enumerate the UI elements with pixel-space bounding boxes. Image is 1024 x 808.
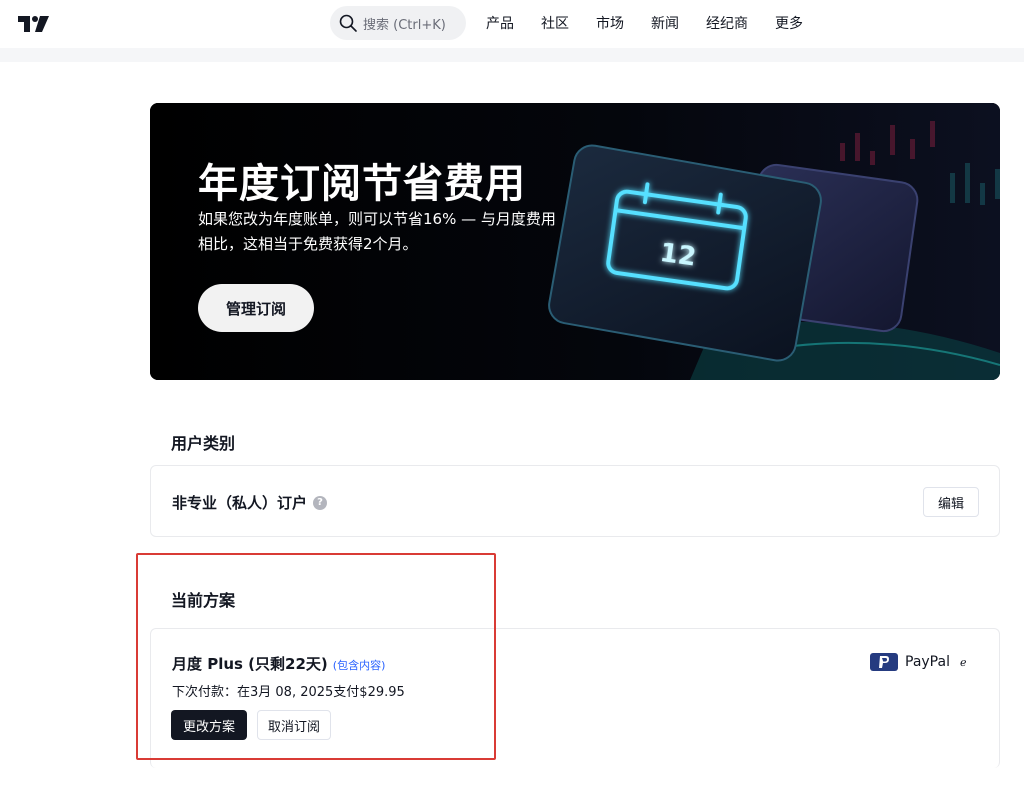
annual-promo-banner: 12 年度订阅节省费用 如果您改为年度账单，则可以节省16% — 与月度费用 相… [150,103,1000,380]
nav-item-products[interactable]: 产品 [486,13,514,33]
banner-description-line1: 如果您改为年度账单，则可以节省16% — 与月度费用 [198,210,556,228]
edit-button[interactable]: 编辑 [923,487,979,517]
current-plan-card: 月度 Plus (只剩22天) (包含内容) 下次付款：在3月 08, 2025… [150,628,1000,768]
nav-item-community[interactable]: 社区 [541,13,569,33]
tradingview-logo-icon[interactable] [16,10,52,36]
plan-name-row: 月度 Plus (只剩22天) (包含内容) [172,653,385,674]
user-category-card: 非专业（私人）订户 ? 编辑 [150,465,1000,537]
nav-item-brokers[interactable]: 经纪商 [706,13,748,33]
payment-method-label: PayPal [905,654,950,670]
search-icon [339,14,357,32]
top-header: 搜索 (Ctrl+K) 产品 社区 市场 新闻 经纪商 更多 [0,0,1024,48]
payment-method: PayPal ℯ [870,653,966,671]
calendar-number: 12 [658,238,698,273]
user-type-row: 非专业（私人）订户 ? [172,492,328,513]
banner-description-line2: 相比，这相当于免费获得2个月。 [198,235,418,253]
nav-item-more[interactable]: 更多 [775,13,803,33]
main-nav: 产品 社区 市场 新闻 经纪商 更多 [486,13,830,33]
user-category-title: 用户类别 [171,434,236,453]
nav-item-markets[interactable]: 市场 [596,13,624,33]
banner-description: 如果您改为年度账单，则可以节省16% — 与月度费用 相比，这相当于免费获得2个… [198,207,598,257]
user-type-label: 非专业（私人）订户 [172,494,308,512]
change-plan-button[interactable]: 更改方案 [171,710,247,740]
payment-trailing-mark: ℯ [959,655,967,669]
search-placeholder: 搜索 (Ctrl+K) [363,17,446,33]
plan-name: 月度 Plus (只剩22天) [172,655,328,673]
search-box[interactable]: 搜索 (Ctrl+K) [330,6,466,40]
nav-item-news[interactable]: 新闻 [651,13,679,33]
cancel-subscription-button[interactable]: 取消订阅 [257,710,331,740]
current-plan-title: 当前方案 [171,591,236,610]
next-payment-text: 下次付款：在3月 08, 2025支付$29.95 [172,685,405,700]
banner-title: 年度订阅节省费用 [198,161,526,207]
paypal-icon [870,653,898,671]
manage-subscription-button[interactable]: 管理订阅 [198,284,314,332]
help-icon[interactable]: ? [313,495,328,510]
plan-includes-link[interactable]: (包含内容) [333,657,386,673]
header-divider [0,48,1024,62]
